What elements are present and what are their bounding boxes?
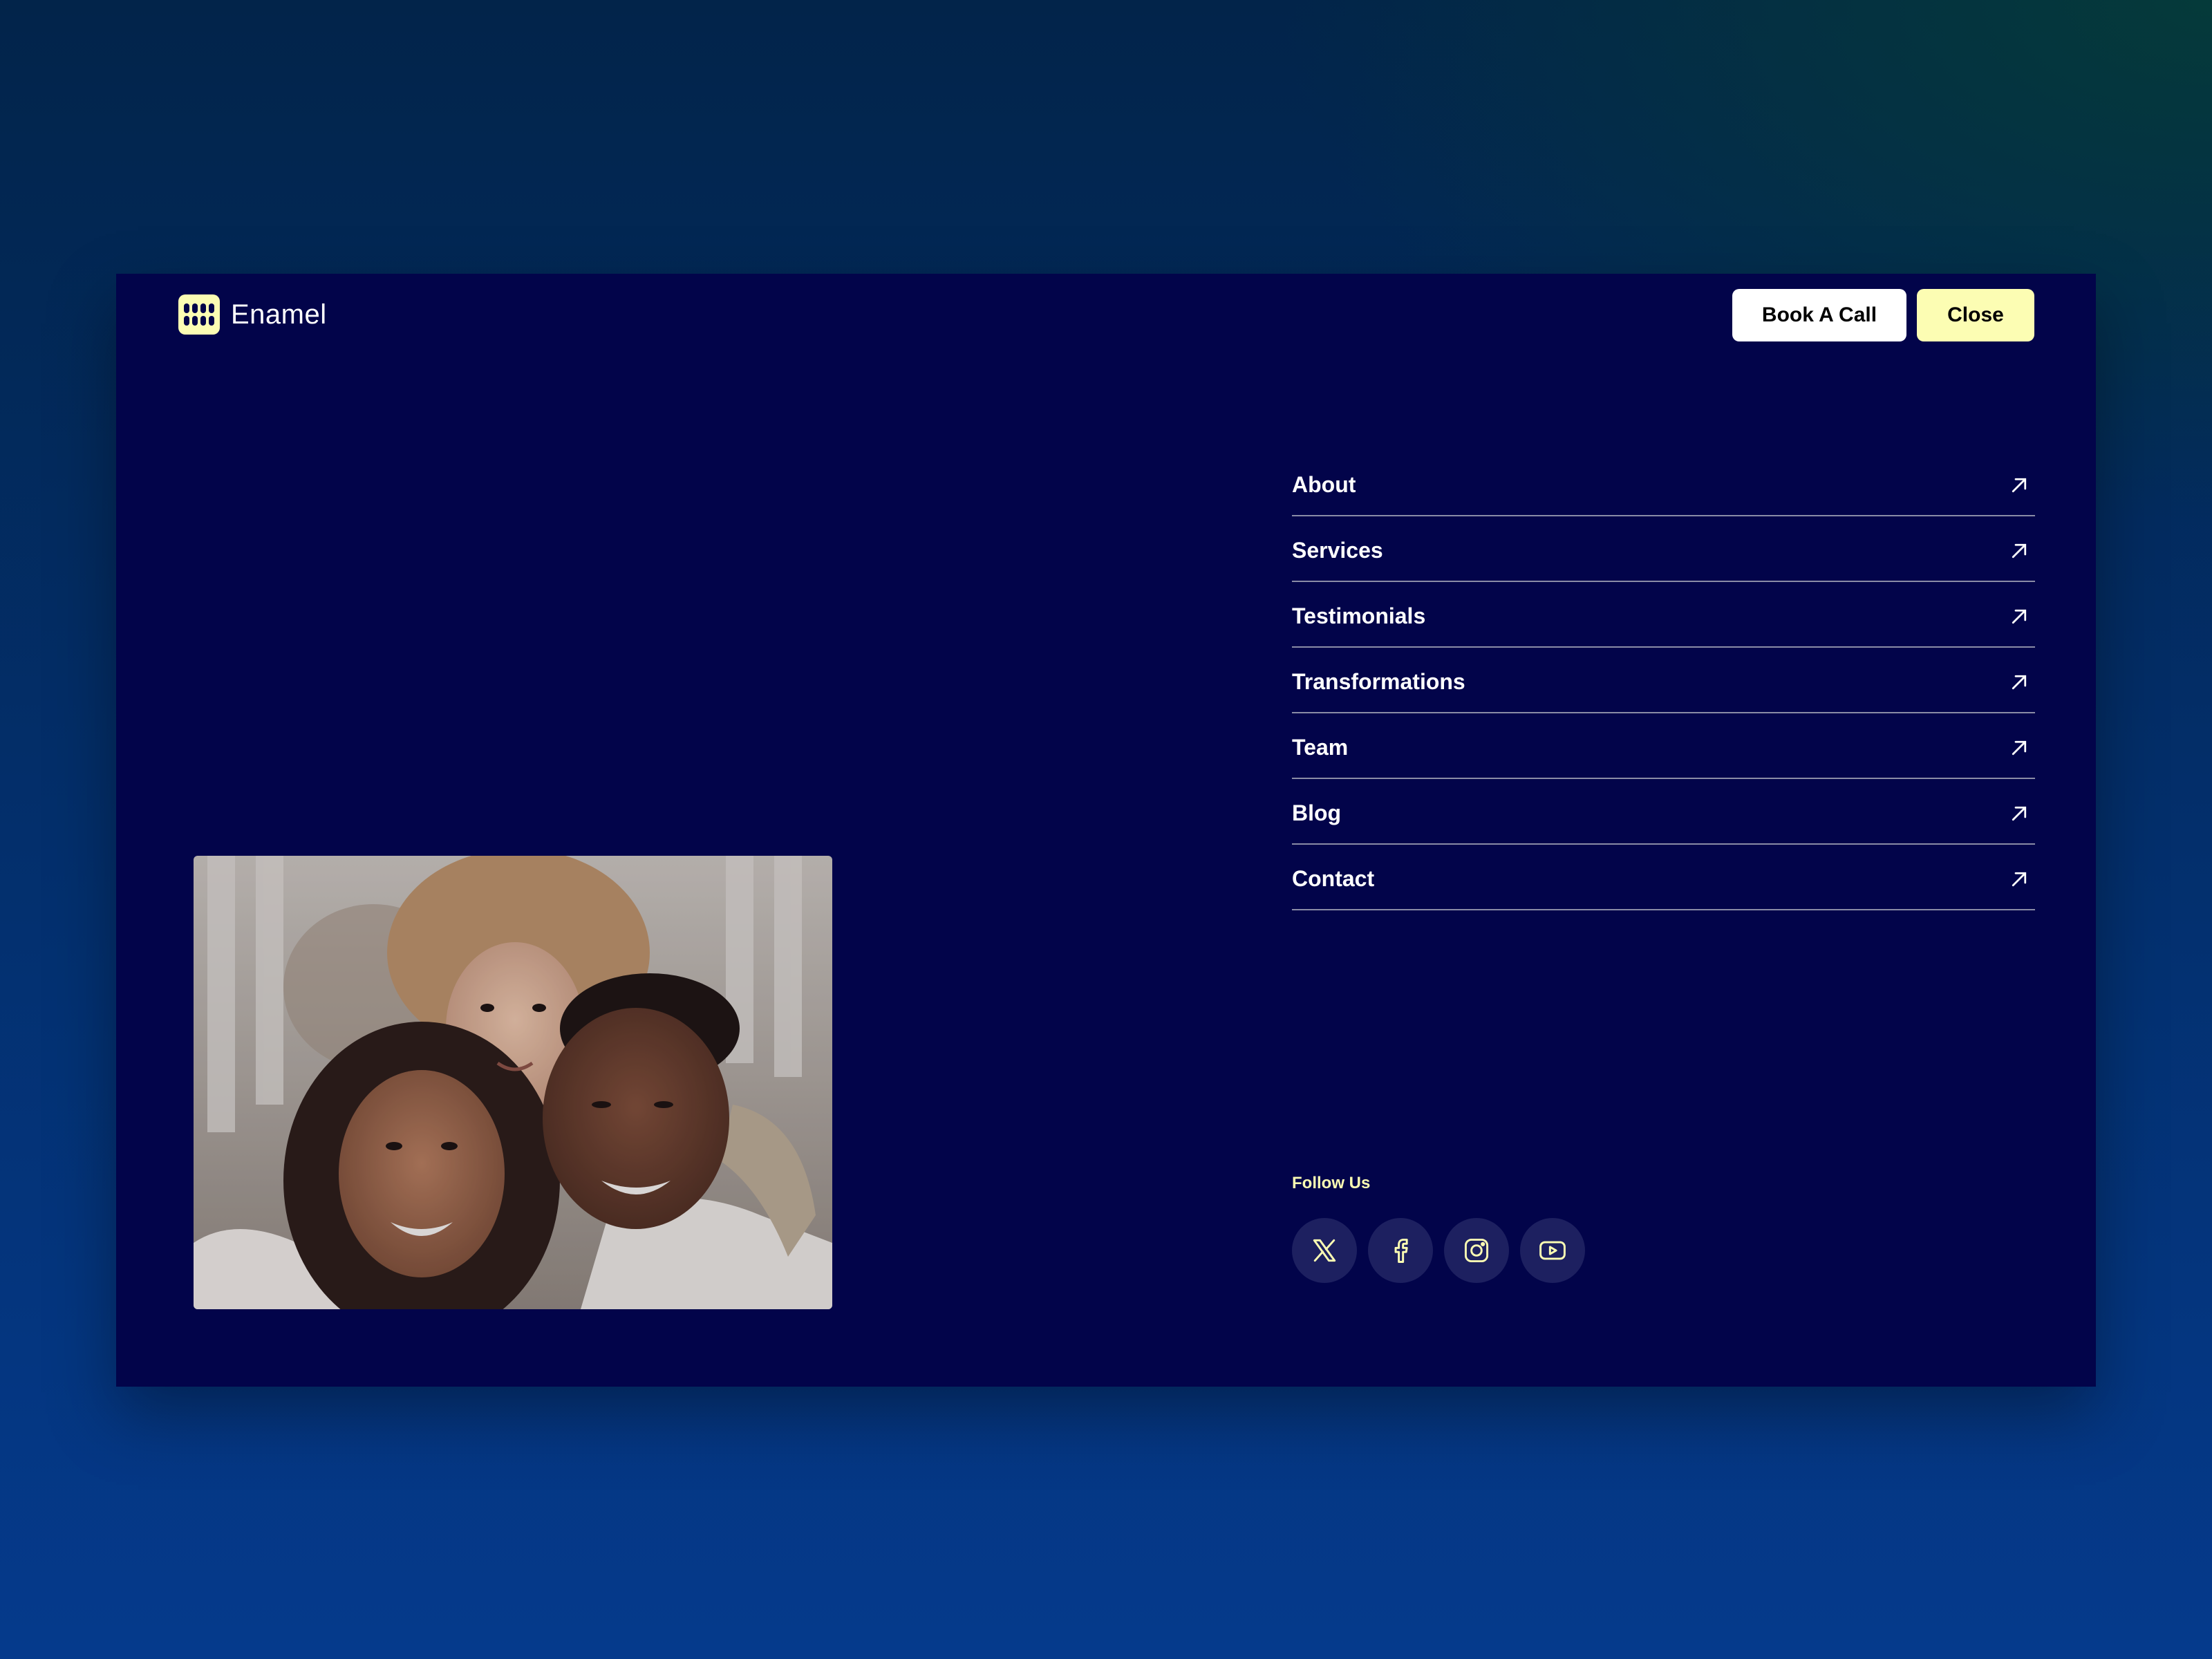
- book-a-call-button[interactable]: Book A Call: [1732, 289, 1906, 341]
- menu-nav: About Services Testimonials Transformati…: [1292, 452, 2035, 910]
- nav-item-about[interactable]: About: [1292, 452, 2035, 516]
- nav-item-label: Contact: [1292, 866, 1375, 891]
- follow-us-heading: Follow Us: [1292, 1174, 1371, 1192]
- arrow-up-right-icon: [2012, 478, 2027, 492]
- nav-item-label: Transformations: [1292, 669, 1465, 694]
- instagram-link[interactable]: [1444, 1218, 1509, 1283]
- arrow-up-right-icon: [2012, 740, 2027, 755]
- x-icon: [1313, 1239, 1336, 1262]
- nav-item-team[interactable]: Team: [1292, 715, 2035, 779]
- facebook-link[interactable]: [1368, 1218, 1433, 1283]
- youtube-icon: [1539, 1241, 1566, 1260]
- arrow-up-right-icon: [2012, 609, 2027, 624]
- youtube-link[interactable]: [1520, 1218, 1585, 1283]
- close-button[interactable]: Close: [1917, 289, 2034, 341]
- nav-item-testimonials[interactable]: Testimonials: [1292, 583, 2035, 648]
- nav-item-label: Blog: [1292, 800, 1342, 825]
- nav-item-label: About: [1292, 472, 1356, 497]
- x-link[interactable]: [1292, 1218, 1357, 1283]
- arrow-up-right-icon: [2012, 543, 2027, 558]
- arrow-up-right-icon: [2012, 675, 2027, 689]
- nav-item-label: Services: [1292, 538, 1383, 563]
- menu-panel: Enamel Book A Call Close About Services …: [116, 274, 2096, 1387]
- family-photo: [194, 856, 832, 1309]
- nav-item-label: Team: [1292, 735, 1349, 760]
- arrow-up-right-icon: [2012, 872, 2027, 886]
- social-links: [1292, 1218, 1585, 1283]
- facebook-icon: [1394, 1238, 1408, 1263]
- nav-item-contact[interactable]: Contact: [1292, 846, 2035, 910]
- nav-item-transformations[interactable]: Transformations: [1292, 649, 2035, 713]
- teeth-grid-icon: [178, 294, 220, 335]
- brand-name: Enamel: [231, 299, 327, 330]
- nav-item-label: Testimonials: [1292, 603, 1426, 628]
- arrow-up-right-icon: [2012, 806, 2027, 821]
- nav-item-services[interactable]: Services: [1292, 518, 2035, 582]
- nav-item-blog[interactable]: Blog: [1292, 780, 2035, 845]
- brand[interactable]: Enamel: [178, 294, 327, 335]
- instagram-icon: [1464, 1238, 1489, 1263]
